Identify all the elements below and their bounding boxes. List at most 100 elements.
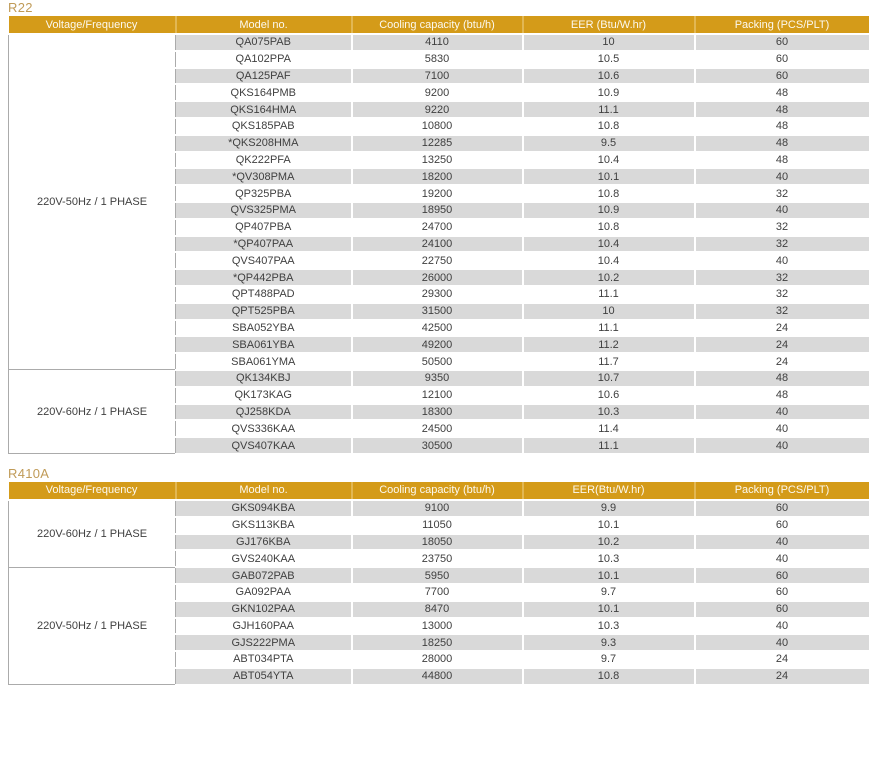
cooling-capacity-cell: 42500	[352, 320, 523, 337]
packing-cell: 60	[695, 517, 869, 534]
model-cell: QVS325PMA	[176, 202, 352, 219]
eer-cell: 11.4	[523, 420, 695, 437]
cooling-capacity-cell: 11050	[352, 517, 523, 534]
model-cell: GKS094KBA	[176, 500, 352, 517]
cooling-capacity-cell: 31500	[352, 303, 523, 320]
cooling-capacity-cell: 13000	[352, 618, 523, 635]
packing-cell: 32	[695, 185, 869, 202]
voltage-group-cell: 220V-50Hz / 1 PHASE	[9, 567, 176, 685]
model-cell: QKS185PAB	[176, 118, 352, 135]
eer-cell: 10.7	[523, 370, 695, 387]
cooling-capacity-cell: 9100	[352, 500, 523, 517]
header-voltage-frequency: Voltage/Frequency	[9, 16, 176, 34]
r22-table-body: 220V-50Hz / 1 PHASEQA075PAB41101060QA102…	[9, 34, 869, 454]
model-cell: GJ176KBA	[176, 534, 352, 551]
model-cell: ABT054YTA	[176, 668, 352, 685]
cooling-capacity-cell: 18050	[352, 534, 523, 551]
eer-cell: 10.1	[523, 567, 695, 584]
cooling-capacity-cell: 30500	[352, 437, 523, 454]
model-cell: QKS164HMA	[176, 101, 352, 118]
cooling-capacity-cell: 24700	[352, 219, 523, 236]
cooling-capacity-cell: 7700	[352, 584, 523, 601]
eer-cell: 11.7	[523, 353, 695, 370]
eer-cell: 11.1	[523, 286, 695, 303]
model-cell: GVS240KAA	[176, 550, 352, 567]
eer-cell: 11.2	[523, 336, 695, 353]
eer-cell: 9.3	[523, 634, 695, 651]
cooling-capacity-cell: 23750	[352, 550, 523, 567]
eer-cell: 9.7	[523, 584, 695, 601]
cooling-capacity-cell: 12100	[352, 387, 523, 404]
packing-cell: 60	[695, 51, 869, 68]
packing-cell: 24	[695, 668, 869, 685]
r410a-title: R410A	[8, 467, 868, 480]
model-cell: QVS407KAA	[176, 437, 352, 454]
packing-cell: 40	[695, 534, 869, 551]
cooling-capacity-cell: 28000	[352, 651, 523, 668]
eer-cell: 10.4	[523, 236, 695, 253]
eer-cell: 10	[523, 303, 695, 320]
packing-cell: 48	[695, 84, 869, 101]
r22-title: R22	[8, 1, 868, 14]
packing-cell: 24	[695, 651, 869, 668]
cooling-capacity-cell: 22750	[352, 252, 523, 269]
header-voltage-frequency: Voltage/Frequency	[9, 482, 176, 500]
eer-cell: 10.8	[523, 185, 695, 202]
cooling-capacity-cell: 18950	[352, 202, 523, 219]
packing-cell: 48	[695, 370, 869, 387]
eer-cell: 9.5	[523, 135, 695, 152]
cooling-capacity-cell: 18300	[352, 404, 523, 421]
eer-cell: 10.3	[523, 404, 695, 421]
cooling-capacity-cell: 49200	[352, 336, 523, 353]
header-model-no: Model no.	[176, 482, 352, 500]
r22-spec-table: Voltage/Frequency Model no. Cooling capa…	[8, 16, 869, 455]
model-cell: QKS164PMB	[176, 84, 352, 101]
eer-cell: 11.1	[523, 320, 695, 337]
model-cell: QK134KBJ	[176, 370, 352, 387]
eer-cell: 10.4	[523, 152, 695, 169]
packing-cell: 40	[695, 252, 869, 269]
packing-cell: 32	[695, 303, 869, 320]
cooling-capacity-cell: 18250	[352, 634, 523, 651]
eer-cell: 10.3	[523, 618, 695, 635]
eer-cell: 10.1	[523, 601, 695, 618]
cooling-capacity-cell: 50500	[352, 353, 523, 370]
packing-cell: 24	[695, 336, 869, 353]
model-cell: GKN102PAA	[176, 601, 352, 618]
eer-cell: 10.2	[523, 534, 695, 551]
model-cell: QPT525PBA	[176, 303, 352, 320]
packing-cell: 40	[695, 437, 869, 454]
packing-cell: 48	[695, 387, 869, 404]
cooling-capacity-cell: 44800	[352, 668, 523, 685]
r22-table-header: Voltage/Frequency Model no. Cooling capa…	[9, 16, 869, 34]
packing-cell: 32	[695, 286, 869, 303]
cooling-capacity-cell: 24100	[352, 236, 523, 253]
eer-cell: 10.3	[523, 550, 695, 567]
model-cell: QVS336KAA	[176, 420, 352, 437]
cooling-capacity-cell: 29300	[352, 286, 523, 303]
table-row: 220V-60Hz / 1 PHASEGKS094KBA91009.960	[9, 500, 869, 517]
packing-cell: 40	[695, 618, 869, 635]
packing-cell: 48	[695, 118, 869, 135]
model-cell: QA075PAB	[176, 34, 352, 51]
packing-cell: 32	[695, 269, 869, 286]
r410a-table-header: Voltage/Frequency Model no. Cooling capa…	[9, 482, 869, 500]
model-cell: GJS222PMA	[176, 634, 352, 651]
cooling-capacity-cell: 4110	[352, 34, 523, 51]
packing-cell: 48	[695, 152, 869, 169]
model-cell: SBA061YBA	[176, 336, 352, 353]
cooling-capacity-cell: 12285	[352, 135, 523, 152]
header-packing: Packing (PCS/PLT)	[695, 482, 869, 500]
eer-cell: 10.5	[523, 51, 695, 68]
eer-cell: 10.9	[523, 84, 695, 101]
packing-cell: 60	[695, 584, 869, 601]
header-cooling-capacity: Cooling capacity (btu/h)	[352, 482, 523, 500]
header-eer: EER(Btu/W.hr)	[523, 482, 695, 500]
header-model-no: Model no.	[176, 16, 352, 34]
r22-section: R22 Voltage/Frequency Model no. Cooling …	[8, 1, 868, 455]
cooling-capacity-cell: 7100	[352, 68, 523, 85]
eer-cell: 9.7	[523, 651, 695, 668]
cooling-capacity-cell: 5950	[352, 567, 523, 584]
header-packing: Packing (PCS/PLT)	[695, 16, 869, 34]
table-row: 220V-60Hz / 1 PHASEQK134KBJ935010.748	[9, 370, 869, 387]
